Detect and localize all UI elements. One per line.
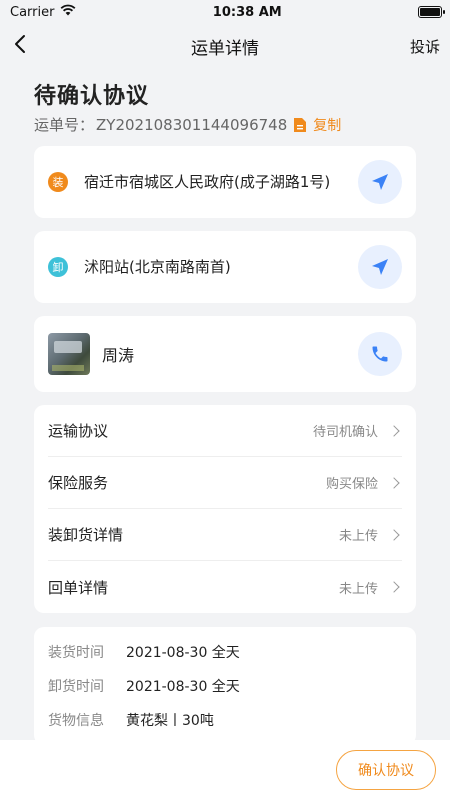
status-bar: Carrier 10:38 AM <box>0 0 450 24</box>
info-value: 黄花梨丨30吨 <box>126 713 214 729</box>
info-row: 卸货时间 2021-08-30 全天 <box>48 669 402 703</box>
copy-button[interactable]: 复制 <box>293 115 341 135</box>
unloading-navigate-button[interactable] <box>358 245 402 289</box>
menu-row-transport-agreement[interactable]: 运输协议 待司机确认 <box>48 405 402 457</box>
menu-value: 未上传 <box>338 581 378 597</box>
unloading-address: 沭阳站(北京南路南首) <box>84 258 231 276</box>
order-status-title: 待确认协议 <box>34 84 150 109</box>
menu-value: 未上传 <box>338 529 378 544</box>
wifi-icon <box>60 4 76 20</box>
info-value: 2021-08-30 全天 <box>126 645 240 661</box>
menu-row-receipt-details[interactable]: 回单详情 未上传 <box>48 561 402 613</box>
menu-value: 待司机确认 <box>312 425 378 440</box>
info-row: 货物信息 黄花梨丨30吨 <box>48 703 402 737</box>
loading-address-card: 装 宿迁市宿城区人民政府(成子湖路1号) <box>34 146 416 218</box>
battery-fill <box>420 8 440 16</box>
loading-badge: 装 <box>48 172 68 192</box>
cargo-info-card: 装货时间 2021-08-30 全天 卸货时间 2021-08-30 全天 货物… <box>34 627 416 745</box>
info-value: 2021-08-30 全天 <box>126 679 240 695</box>
menu-label: 回单详情 <box>48 578 109 597</box>
info-row: 装货时间 2021-08-30 全天 <box>48 635 402 669</box>
order-number-label: 运单号： <box>34 116 95 134</box>
loading-address: 宿迁市宿城区人民政府(成子湖路1号) <box>84 173 331 191</box>
loading-navigate-button[interactable] <box>358 160 402 204</box>
menu-row-load-unload-details[interactable]: 装卸货详情 未上传 <box>48 509 402 561</box>
call-driver-button[interactable] <box>358 332 402 376</box>
chevron-left-icon <box>15 35 25 53</box>
navigation-arrow-icon <box>372 174 388 190</box>
info-label: 卸货时间 <box>48 679 104 695</box>
nav-bar: 运单详情 投诉 <box>0 24 450 68</box>
chevron-right-icon <box>388 424 400 437</box>
info-label: 装货时间 <box>48 645 104 661</box>
unloading-badge: 卸 <box>48 257 68 277</box>
confirm-agreement-button[interactable]: 确认协议 <box>336 750 436 790</box>
battery-icon <box>418 6 445 18</box>
bottom-action-bar: 确认协议 <box>0 740 450 800</box>
status-time: 10:38 AM <box>212 4 282 20</box>
chevron-right-icon <box>388 581 400 593</box>
menu-row-insurance[interactable]: 保险服务 购买保险 <box>48 457 402 509</box>
menu-label: 保险服务 <box>48 474 109 492</box>
driver-name: 周涛 <box>102 346 135 365</box>
header: 待确认协议 运单号： ZY202108301144096748 复制 <box>0 68 450 135</box>
chevron-right-icon <box>388 476 400 489</box>
copy-label: 复制 <box>313 117 342 134</box>
navigation-arrow-icon <box>372 259 388 275</box>
order-number: ZY202108301144096748 <box>96 115 288 134</box>
order-number-row: 运单号： ZY202108301144096748 复制 <box>34 114 416 135</box>
unloading-address-card: 卸 沭阳站(北京南路南首) <box>34 231 416 303</box>
info-label: 货物信息 <box>48 713 104 729</box>
driver-card: 周涛 <box>34 316 416 392</box>
phone-icon <box>372 346 388 362</box>
chevron-right-icon <box>388 528 400 541</box>
back-button[interactable] <box>14 34 26 58</box>
driver-avatar <box>48 333 90 375</box>
detail-menu-card: 运输协议 待司机确认 保险服务 购买保险 装卸货详情 未上传 回单详情 未上传 <box>34 405 416 613</box>
document-icon <box>294 117 307 132</box>
menu-label: 运输协议 <box>48 422 109 440</box>
page-title: 运单详情 <box>191 38 259 59</box>
status-left: Carrier <box>10 4 76 20</box>
carrier-label: Carrier <box>10 4 55 20</box>
menu-label: 装卸货详情 <box>48 526 124 544</box>
menu-value: 购买保险 <box>325 477 378 492</box>
complaint-button[interactable]: 投诉 <box>410 36 440 57</box>
